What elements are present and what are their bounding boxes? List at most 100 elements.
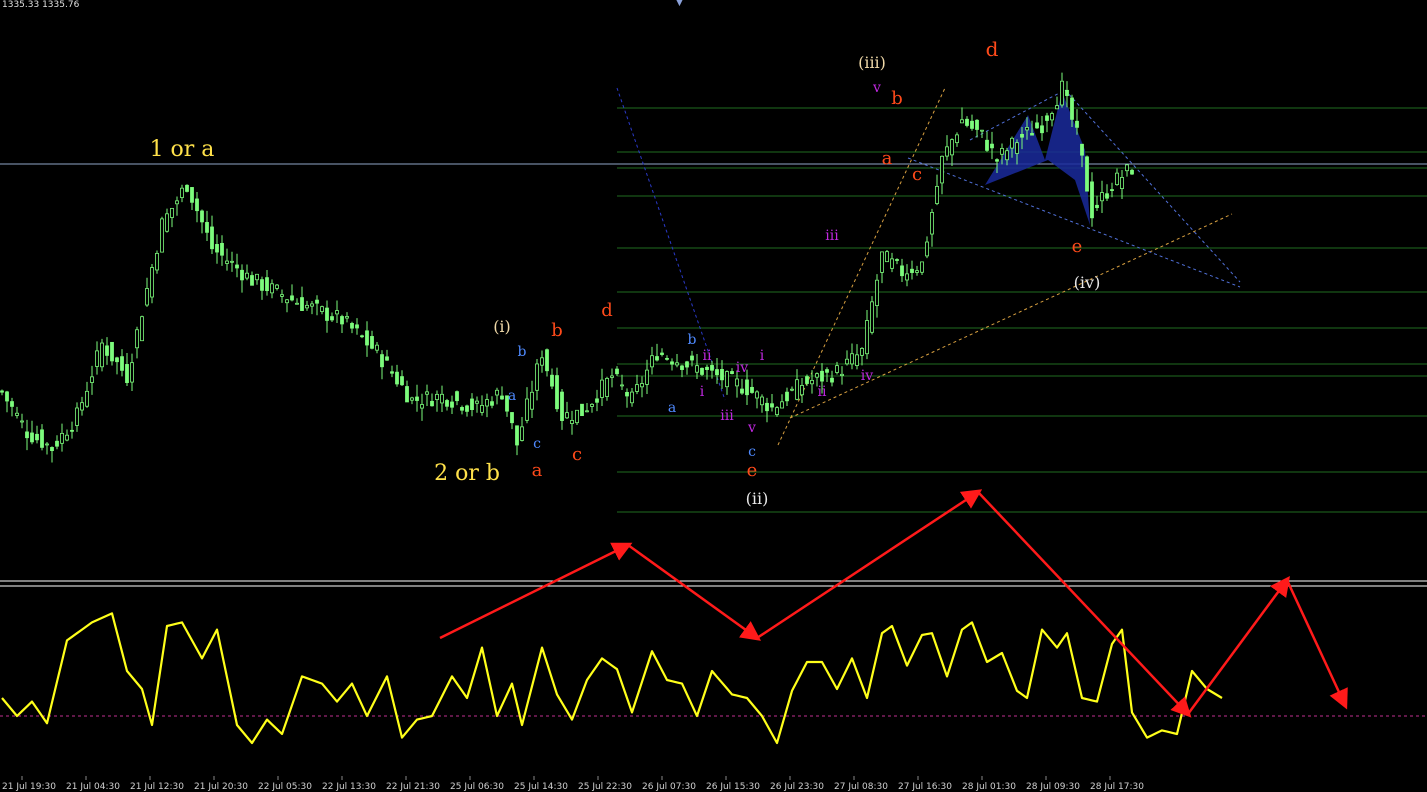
candle-body-8 <box>40 429 44 448</box>
candle-body-220 <box>1100 192 1104 202</box>
candle-body-154 <box>770 403 774 408</box>
candle-body-19 <box>95 350 99 367</box>
wave-label-5: c <box>533 436 541 452</box>
wave-label-1: 2 or b <box>434 461 500 486</box>
candle-body-7 <box>35 433 39 441</box>
candle-body-14 <box>70 429 74 432</box>
candle-body-31 <box>155 252 159 271</box>
candle-body-102 <box>510 412 514 424</box>
candle-body-193 <box>965 118 969 126</box>
candle-body-74 <box>370 336 374 349</box>
x-tick-label-5: 22 Jul 13:30 <box>322 782 376 792</box>
horizontal-levels <box>0 107 1427 513</box>
candle-body-186 <box>930 212 934 235</box>
candle-body-187 <box>935 185 939 204</box>
candle-body-105 <box>525 398 529 421</box>
candle-body-218 <box>1090 181 1094 219</box>
candle-body-39 <box>195 198 199 212</box>
candle-body-27 <box>135 329 139 349</box>
candle-body-12 <box>60 432 64 444</box>
candle-body-56 <box>280 294 284 297</box>
candle-body-100 <box>500 395 504 400</box>
wave-label-0: 1 or a <box>150 137 215 162</box>
candle-body-183 <box>915 270 919 273</box>
wave-label-22: iii <box>825 228 839 244</box>
candle-body-21 <box>105 345 109 356</box>
candle-body-217 <box>1085 156 1089 192</box>
candle-body-82 <box>410 397 414 401</box>
candle-body-196 <box>980 129 984 132</box>
candle-body-88 <box>440 393 444 404</box>
time-axis: 21 Jul 19:30 21 Jul 04:30 21 Jul 12:30 21 J… <box>2 776 1144 792</box>
candle-body-43 <box>215 244 219 253</box>
x-tick-label-14: 27 Jul 16:30 <box>898 782 952 792</box>
candle-body-147 <box>735 378 739 387</box>
candle-body-207 <box>1035 122 1039 129</box>
candle-body-10 <box>50 447 54 452</box>
candle-body-213 <box>1065 89 1069 96</box>
candle-body-201 <box>1005 150 1009 161</box>
candle-body-181 <box>905 273 909 281</box>
candle-body-59 <box>295 302 299 305</box>
candle-body-200 <box>1000 148 1004 155</box>
candle-body-106 <box>530 391 534 410</box>
x-tick-label-8: 25 Jul 14:30 <box>514 782 568 792</box>
candle-body-121 <box>605 378 609 397</box>
candle-body-54 <box>270 283 274 294</box>
candle-body-142 <box>710 365 714 371</box>
candle-body-161 <box>805 376 809 384</box>
candle-body-91 <box>455 391 459 402</box>
candle-body-41 <box>205 222 209 233</box>
candle-body-152 <box>760 396 764 406</box>
candle-body-194 <box>970 120 974 129</box>
candle-body-128 <box>640 383 644 388</box>
candle-body-189 <box>945 146 949 157</box>
candle-body-138 <box>690 355 694 361</box>
candle-body-87 <box>435 393 439 401</box>
candle-body-222 <box>1110 189 1114 191</box>
candle-body-49 <box>245 272 249 279</box>
candle-body-9 <box>45 443 49 446</box>
candle-body-153 <box>765 402 769 412</box>
wave-label-24: (iii) <box>858 53 886 72</box>
wave-label-9: d <box>601 300 613 321</box>
candle-body-35 <box>175 200 179 205</box>
candle-body-162 <box>810 379 814 385</box>
candle-body-81 <box>405 386 409 403</box>
candle-body-206 <box>1030 133 1034 136</box>
candle-body-92 <box>460 407 464 411</box>
candle-body-1 <box>5 391 9 402</box>
candle-body-24 <box>120 356 124 371</box>
candle-body-46 <box>230 260 234 263</box>
wave-label-31: (iv) <box>1074 273 1101 292</box>
candle-body-125 <box>625 392 629 397</box>
candle-body-57 <box>285 299 289 304</box>
candle-body-90 <box>450 401 454 408</box>
candle-body-33 <box>165 213 169 232</box>
candle-body-17 <box>85 390 89 407</box>
candle-body-38 <box>190 187 194 203</box>
candle-body-78 <box>390 371 394 374</box>
candle-body-159 <box>795 379 799 400</box>
candle-body-221 <box>1105 193 1109 199</box>
candle-body-174 <box>870 301 874 333</box>
candle-body-77 <box>385 356 389 361</box>
price-chart[interactable]: 1 or a2 or b(i)bacabcdabiiiiviiiivce(ii)… <box>0 0 1427 792</box>
candle-body-11 <box>55 440 59 447</box>
candle-body-211 <box>1055 105 1059 110</box>
candle-body-93 <box>465 405 469 412</box>
projection-arrow-6 <box>1285 579 1348 710</box>
wave-label-12: ii <box>703 348 712 364</box>
candle-body-80 <box>400 376 404 386</box>
x-tick-label-11: 26 Jul 15:30 <box>706 782 760 792</box>
candle-body-84 <box>420 404 424 409</box>
candle-body-226 <box>1130 169 1134 175</box>
candle-body-22 <box>110 341 114 362</box>
candle-body-182 <box>910 268 914 273</box>
candle-body-25 <box>125 364 129 383</box>
candle-body-166 <box>830 377 834 383</box>
projection-arrow-4 <box>977 491 1192 718</box>
x-tick-label-13: 27 Jul 08:30 <box>834 782 888 792</box>
candle-body-94 <box>470 398 474 410</box>
candle-body-73 <box>365 330 369 346</box>
